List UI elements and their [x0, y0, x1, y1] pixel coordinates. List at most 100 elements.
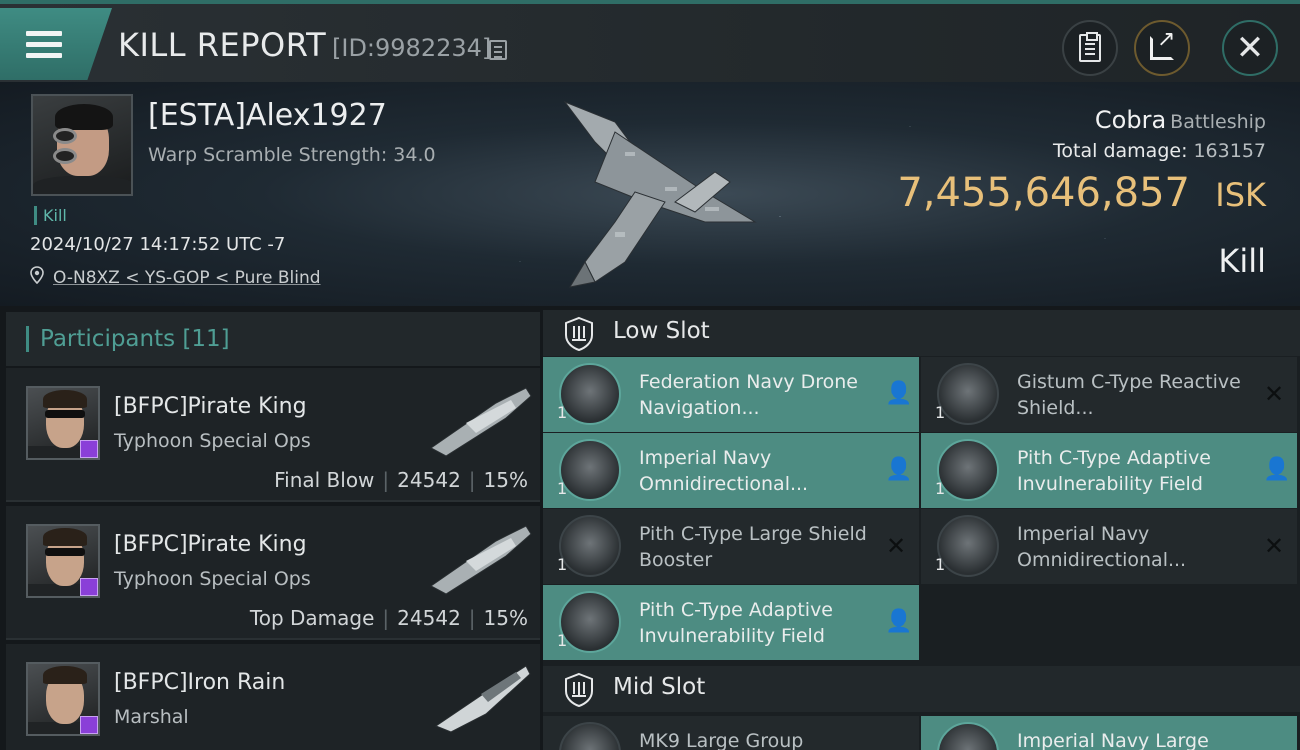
isk-value: 7,455,646,857 — [897, 170, 1190, 216]
module-item[interactable]: 1 Federation Navy Drone Navigation... 👤 — [543, 357, 919, 432]
menu-button[interactable] — [0, 8, 112, 80]
module-icon — [559, 363, 621, 425]
module-icon — [937, 363, 999, 425]
participant-percent: 15% — [483, 468, 528, 492]
mid-slot-label: Mid Slot — [613, 674, 706, 700]
module-item[interactable]: Imperial Navy Large — [921, 716, 1297, 750]
corp-badge-icon — [80, 716, 98, 734]
module-item[interactable]: MK9 Large Group — [543, 716, 919, 750]
participant-role: Top Damage — [249, 606, 375, 630]
low-slot-header: Low Slot — [543, 310, 1300, 356]
module-icon — [559, 722, 621, 750]
ship-name: Cobra — [1094, 106, 1167, 134]
participant-percent: 15% — [483, 606, 528, 630]
victim-portrait[interactable] — [31, 94, 133, 196]
participant-card[interactable]: [BFPC]Iron Rain Marshal — [6, 644, 540, 750]
top-bar: KILL REPORT [ID:9982234] ✕ — [0, 0, 1300, 82]
victim-summary: [ESTA]Alex1927 Warp Scramble Strength: 3… — [0, 82, 1300, 306]
module-quantity: 1 — [935, 403, 946, 422]
participant-card[interactable]: [BFPC]Pirate King Typhoon Special Ops Fi… — [6, 368, 540, 502]
clipboard-button[interactable] — [1062, 20, 1118, 76]
module-item[interactable]: 1 Pith C-Type Large Shield Booster ✕ — [543, 509, 919, 584]
module-item[interactable]: 1 Imperial Navy Omnidirectional... ✕ — [921, 509, 1297, 584]
destroyed-x-icon: ✕ — [885, 532, 907, 560]
participant-ship: Typhoon Special Ops — [114, 430, 311, 452]
victim-ship[interactable]: Cobra Battleship — [1095, 106, 1266, 134]
module-icon — [559, 515, 621, 577]
module-icon — [937, 515, 999, 577]
avatar — [26, 524, 100, 598]
module-name: Gistum C-Type Reactive Shield... — [1017, 371, 1241, 419]
clipboard-icon — [1079, 32, 1101, 62]
dropped-person-icon: 👤 — [885, 457, 913, 482]
close-icon: ✕ — [1235, 28, 1265, 68]
module-quantity: 1 — [557, 555, 568, 574]
destroyed-x-icon: ✕ — [1263, 532, 1285, 560]
corp-badge-icon — [80, 440, 98, 458]
participants-title: Participants [11] — [40, 326, 230, 352]
victim-name[interactable]: [ESTA]Alex1927 — [148, 98, 387, 133]
module-quantity: 1 — [557, 631, 568, 650]
total-damage-value: 163157 — [1193, 140, 1266, 162]
module-name: Pith C-Type Adaptive Invulnerability Fie… — [639, 599, 833, 647]
kill-location[interactable]: O-N8XZ < YS-GOP < Pure Blind — [53, 268, 321, 288]
module-item[interactable]: 1 Imperial Navy Omnidirectional... 👤 — [543, 433, 919, 508]
corp-badge-icon — [80, 578, 98, 596]
participants-panel: Participants [11] [BFPC]Pirate King Typh… — [6, 312, 540, 750]
module-name: Imperial Navy Omnidirectional... — [1017, 523, 1187, 571]
destroyed-x-icon: ✕ — [1263, 380, 1285, 408]
module-name: Imperial Navy Large — [1017, 730, 1209, 750]
share-icon — [1150, 27, 1175, 60]
module-quantity: 1 — [557, 479, 568, 498]
avatar — [26, 386, 100, 460]
participant-ship-image — [434, 665, 531, 733]
participant-ship: Typhoon Special Ops — [114, 568, 311, 590]
participant-name: [BFPC]Iron Rain — [114, 670, 286, 695]
dropped-person-icon: 👤 — [1263, 457, 1291, 482]
participant-card[interactable]: [BFPC]Pirate King Typhoon Special Ops To… — [6, 506, 540, 640]
avatar — [26, 662, 100, 736]
module-quantity: 1 — [557, 403, 568, 422]
fitting-panel: Low Slot 1 Federation Navy Drone Navigat… — [543, 310, 1300, 750]
mid-slot-header: Mid Slot — [543, 666, 1300, 712]
location-pin-icon — [30, 266, 44, 284]
isk-unit: ISK — [1215, 176, 1266, 214]
module-icon — [559, 439, 621, 501]
report-id: [ID:9982234] — [332, 34, 492, 62]
participant-ship-image — [430, 525, 532, 595]
close-button[interactable]: ✕ — [1222, 20, 1278, 76]
kill-datetime: 2024/10/27 14:17:52 UTC -7 — [30, 234, 286, 255]
module-quantity: 1 — [935, 479, 946, 498]
copy-icon[interactable] — [489, 40, 507, 60]
module-icon — [559, 591, 621, 653]
warp-scramble-strength: Warp Scramble Strength: 34.0 — [148, 144, 436, 166]
module-name: Pith C-Type Large Shield Booster — [639, 523, 867, 571]
participant-name: [BFPC]Pirate King — [114, 394, 307, 419]
total-damage-label: Total damage: — [1053, 140, 1188, 162]
hamburger-icon — [26, 31, 62, 61]
share-button[interactable] — [1134, 20, 1190, 76]
module-item[interactable]: 1 Pith C-Type Adaptive Invulnerability F… — [543, 585, 919, 660]
participant-damage: 24542 — [397, 606, 461, 630]
module-icon — [937, 439, 999, 501]
victim-ship-image — [563, 100, 757, 288]
module-name: MK9 Large Group — [639, 730, 804, 750]
module-item[interactable]: 1 Gistum C-Type Reactive Shield... ✕ — [921, 357, 1297, 432]
low-slot-label: Low Slot — [613, 318, 710, 344]
participant-ship: Marshal — [114, 706, 189, 728]
participant-ship-image — [430, 387, 532, 457]
dropped-person-icon: 👤 — [885, 609, 913, 634]
module-item[interactable]: 1 Pith C-Type Adaptive Invulnerability F… — [921, 433, 1297, 508]
mid-slot-icon — [565, 672, 593, 708]
result-label: Kill — [1218, 242, 1266, 280]
participant-stats: Top Damage | 24542 | 15% — [249, 606, 528, 630]
kill-tag: Kill — [34, 206, 67, 225]
ship-class: Battleship — [1170, 111, 1266, 133]
participants-header: Participants [11] — [6, 312, 540, 366]
module-name: Pith C-Type Adaptive Invulnerability Fie… — [1017, 447, 1211, 495]
module-name: Federation Navy Drone Navigation... — [639, 371, 858, 419]
page-title: KILL REPORT — [118, 26, 327, 64]
low-slot-icon — [565, 316, 593, 352]
participant-stats: Final Blow | 24542 | 15% — [274, 468, 528, 492]
participant-role: Final Blow — [274, 468, 375, 492]
